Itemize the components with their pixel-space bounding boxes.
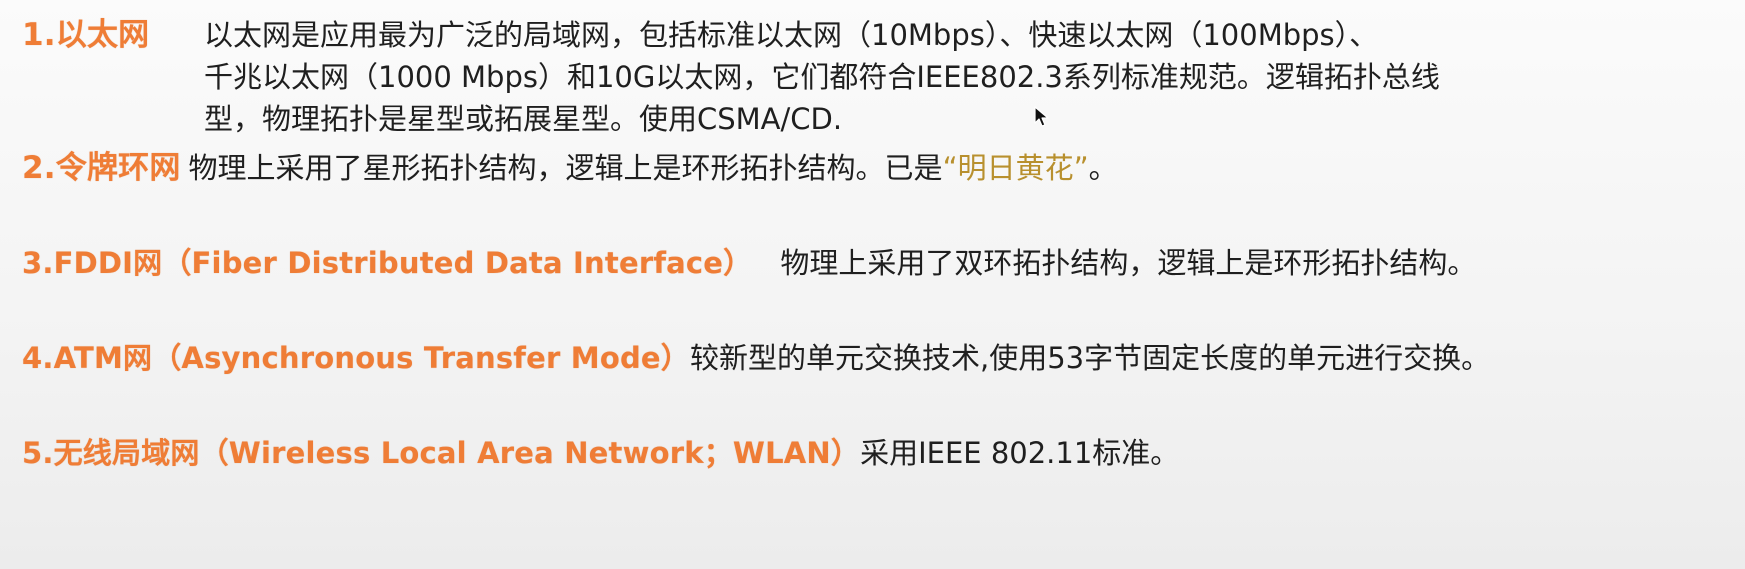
item-description-end: 。 [1088,151,1118,185]
list-item-wlan: 5.无线局域网（Wireless Local Area Network；WLAN… [22,432,1179,474]
item-heading: 3.FDDI网（Fiber Distributed Data Interface… [22,246,753,280]
item-description: 物理上采用了星形拓扑结构，逻辑上是环形拓扑结构。已是 [188,151,943,185]
list-item-fddi: 3.FDDI网（Fiber Distributed Data Interface… [22,242,1476,284]
item-heading: 1.以太网 [22,17,150,53]
description-line: 以太网是应用最为广泛的局域网，包括标准以太网（10Mbps）、快速以太网（100… [204,18,1379,52]
description-line: 型，物理拓扑是星型或拓展星型。使用CSMA/CD. [204,102,843,136]
item-description: 以太网是应用最为广泛的局域网，包括标准以太网（10Mbps）、快速以太网（100… [204,14,1744,140]
list-item-atm: 4.ATM网（Asynchronous Transfer Mode）较新型的单元… [22,337,1490,379]
item-description: 物理上采用了双环拓扑结构，逻辑上是环形拓扑结构。 [780,246,1477,280]
list-item-token-ring: 2.令牌环网 物理上采用了星形拓扑结构，逻辑上是环形拓扑结构。已是“明日黄花”。 [22,147,1118,189]
description-line: 千兆以太网（1000 Mbps）和10G以太网，它们都符合IEEE802.3系列… [204,60,1440,94]
mouse-pointer-icon [1034,106,1049,127]
item-heading: 5.无线局域网（Wireless Local Area Network；WLAN… [22,436,861,470]
item-description: 采用IEEE 802.11标准。 [860,436,1180,470]
item-heading: 2.令牌环网 [22,150,181,186]
item-heading: 4.ATM网（Asynchronous Transfer Mode） [22,341,690,375]
slide: 1.以太网 以太网是应用最为广泛的局域网，包括标准以太网（10Mbps）、快速以… [0,0,1745,569]
item-quote: “明日黄花” [942,151,1089,185]
item-description: 较新型的单元交换技术,使用53字节固定长度的单元进行交换。 [689,341,1491,375]
